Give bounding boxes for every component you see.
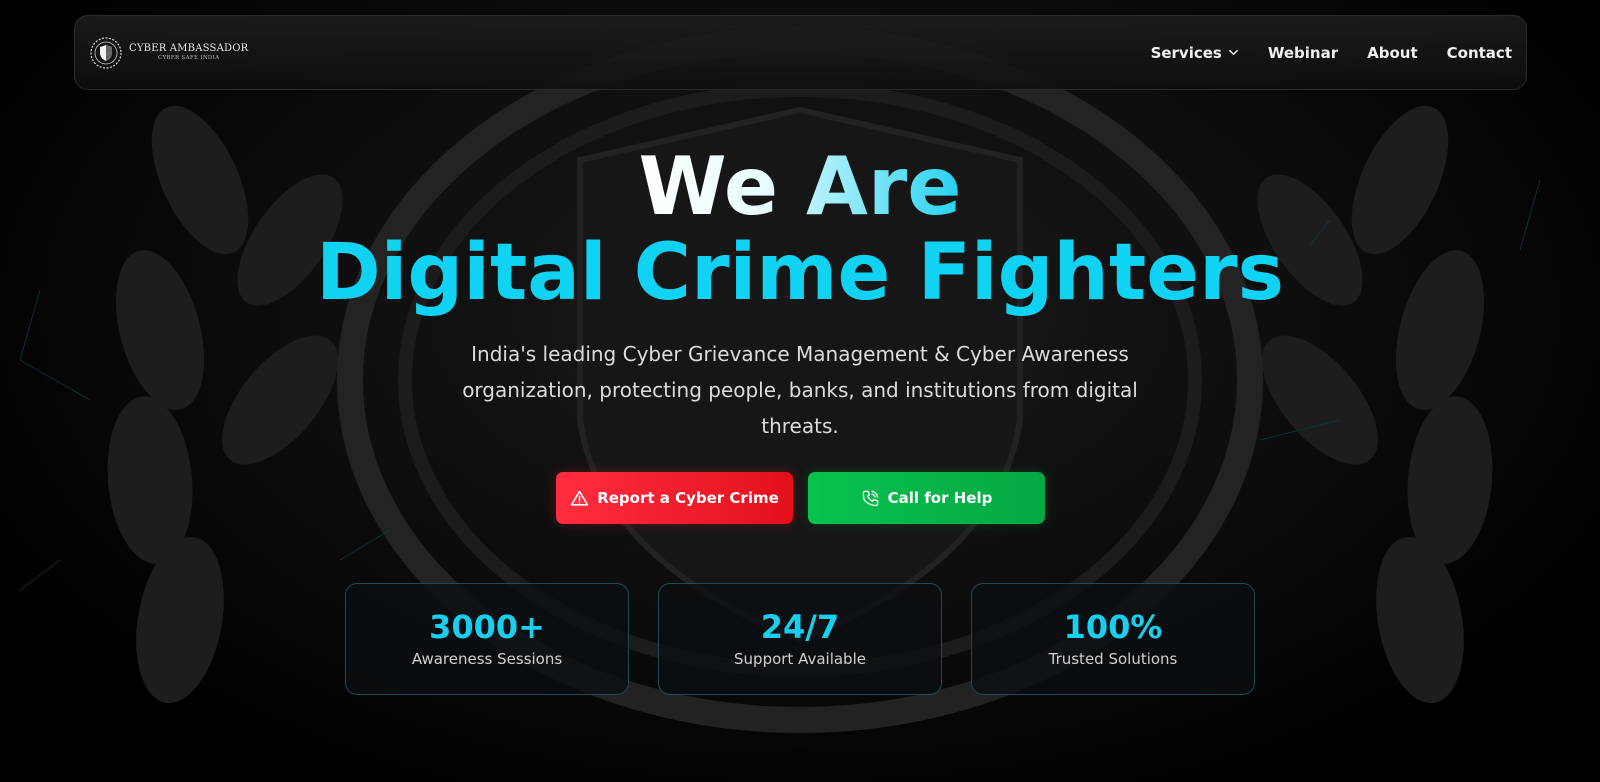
nav-item-contact[interactable]: Contact — [1447, 44, 1512, 62]
nav-item-services[interactable]: Services — [1151, 44, 1239, 62]
report-cyber-crime-button[interactable]: Report a Cyber Crime — [556, 472, 793, 524]
brand-subtitle: CYBER SAFE INDIA — [157, 55, 220, 62]
hero-title-line2: Digital Crime Fighters — [315, 228, 1285, 318]
stat-value: 3000+ — [429, 608, 545, 646]
brand-logo[interactable]: CYBER AMBASSADOR CYBER SAFE INDIA — [89, 36, 248, 70]
chevron-down-icon — [1228, 49, 1238, 56]
stat-value: 24/7 — [760, 608, 840, 646]
warning-triangle-icon — [570, 490, 589, 506]
hero-title-line1: We Are — [634, 140, 965, 234]
nav-item-webinar[interactable]: Webinar — [1268, 44, 1338, 62]
call-for-help-button[interactable]: Call for Help — [808, 472, 1045, 524]
stat-value: 100% — [1063, 608, 1163, 646]
nav-item-label: Services — [1150, 43, 1222, 62]
stat-label: Trusted Solutions — [1048, 650, 1178, 668]
navbar: CYBER AMBASSADOR CYBER SAFE INDIA Servic… — [74, 15, 1527, 90]
report-button-label: Report a Cyber Crime — [597, 489, 779, 507]
nav-menu: Services Webinar About Contact — [1151, 16, 1512, 89]
nav-item-about[interactable]: About — [1367, 44, 1418, 62]
phone-icon — [862, 490, 878, 506]
stat-card-support: 24/7 Support Available — [658, 583, 942, 695]
hero-subtitle: India's leading Cyber Grievance Manageme… — [462, 342, 1138, 438]
stat-card-awareness: 3000+ Awareness Sessions — [345, 583, 629, 695]
brand-title: CYBER AMBASSADOR — [129, 43, 249, 55]
stat-label: Awareness Sessions — [411, 650, 563, 668]
stat-label: Support Available — [734, 650, 866, 668]
stat-card-trusted: 100% Trusted Solutions — [971, 583, 1255, 695]
shield-logo-icon — [90, 37, 122, 69]
call-button-label: Call for Help — [887, 489, 993, 507]
